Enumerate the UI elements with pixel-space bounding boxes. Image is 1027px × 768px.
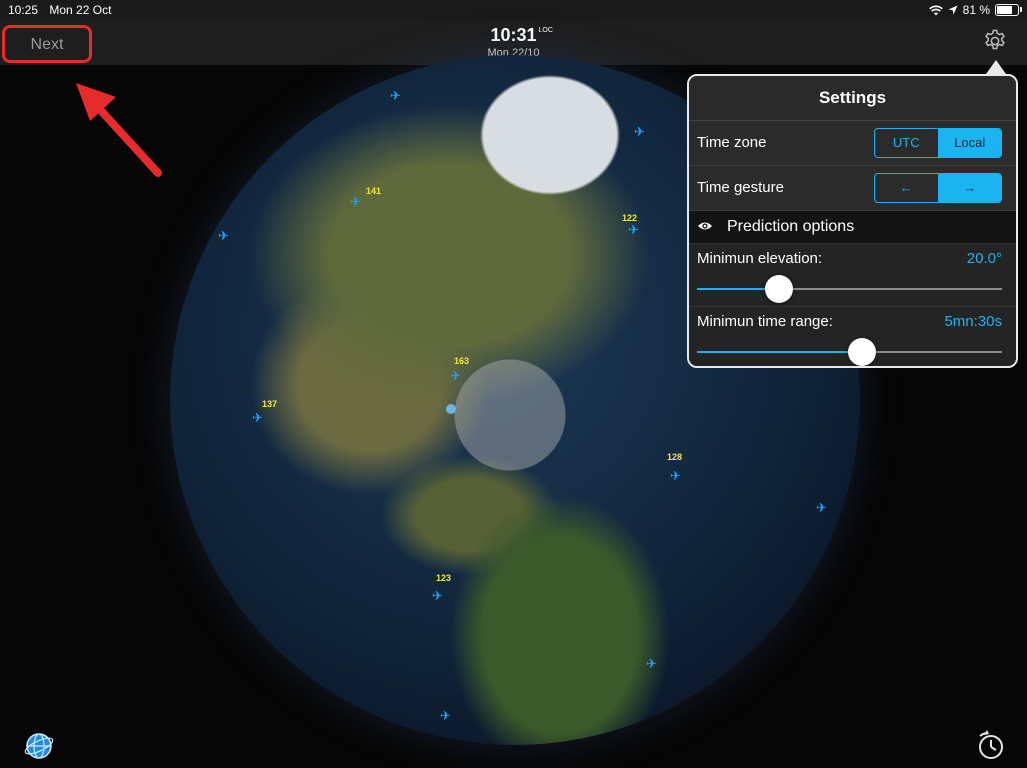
satellite-icon[interactable]: ✈ <box>816 500 827 516</box>
satellite-icon[interactable]: ✈ <box>450 368 461 384</box>
satellite-icon[interactable]: ✈ <box>634 124 645 140</box>
satellite-label: 141 <box>366 186 382 196</box>
status-time: 10:25 <box>8 3 39 17</box>
min-time-range-slider-fill <box>697 351 862 353</box>
status-date: Mon 22 Oct <box>49 3 112 17</box>
battery-fill <box>997 6 1013 14</box>
time-gesture-option-right[interactable]: → <box>937 174 1001 202</box>
prediction-options-label: Prediction options <box>727 218 855 235</box>
satellite-icon[interactable]: ✈ <box>390 88 401 104</box>
min-elevation-slider[interactable] <box>697 275 1002 303</box>
clock-zone: LOC <box>538 27 553 34</box>
eye-icon <box>698 222 712 230</box>
satellite-icon[interactable]: ✈ <box>218 228 229 244</box>
satellite-icon[interactable]: ✈ <box>252 410 263 426</box>
app-screen: 10:25 Mon 22 Oct 81 % Next 10:31 LOC Mon… <box>0 0 1027 768</box>
min-time-range-slider-thumb[interactable] <box>847 338 876 366</box>
gear-icon[interactable] <box>982 28 1008 54</box>
time-gesture-row: Time gesture ← → <box>689 166 1016 211</box>
satellite-icon[interactable]: ✈ <box>440 708 451 724</box>
min-elevation-row: Minimun elevation: 20.0° <box>689 244 1016 307</box>
satellite-icon[interactable]: ✈ <box>628 222 639 238</box>
globe-icon[interactable] <box>23 730 55 762</box>
time-gesture-label: Time gesture <box>697 179 784 196</box>
satellite-icon[interactable]: ✈ <box>350 194 361 210</box>
location-arrow-icon <box>948 5 958 15</box>
ground-station-marker <box>446 404 456 414</box>
min-time-range-row: Minimun time range: 5mn:30s <box>689 307 1016 366</box>
clock-icon[interactable] <box>975 730 1007 762</box>
status-left: 10:25 Mon 22 Oct <box>8 3 111 17</box>
satellite-label: 137 <box>262 399 278 409</box>
status-right: 81 % <box>928 3 1022 17</box>
annotation-arrow-icon <box>76 83 162 177</box>
time-zone-option-local[interactable]: Local <box>937 129 1001 157</box>
min-elevation-slider-thumb[interactable] <box>765 275 794 303</box>
settings-title: Settings <box>689 76 1016 121</box>
time-zone-segmented-control: UTC Local <box>874 128 1002 158</box>
battery-icon <box>995 4 1022 16</box>
min-time-range-label: Minimun time range: <box>697 313 833 330</box>
time-zone-row: Time zone UTC Local <box>689 121 1016 166</box>
min-time-range-slider[interactable] <box>697 338 1002 366</box>
clock-time: 10:31 <box>490 25 537 45</box>
satellite-icon[interactable]: ✈ <box>646 656 657 672</box>
satellite-label: 163 <box>454 356 470 366</box>
time-zone-label: Time zone <box>697 134 767 151</box>
wifi-icon <box>928 5 943 15</box>
battery-percent: 81 % <box>962 3 990 17</box>
time-gesture-option-left[interactable]: ← <box>875 174 938 202</box>
satellite-icon[interactable]: ✈ <box>670 468 681 484</box>
time-zone-option-utc[interactable]: UTC <box>875 129 938 157</box>
satellite-label: 128 <box>667 452 683 462</box>
status-bar: 10:25 Mon 22 Oct 81 % <box>0 0 1027 20</box>
prediction-options-header: Prediction options <box>689 211 1016 244</box>
satellite-label: 123 <box>436 573 452 583</box>
satellite-icon[interactable]: ✈ <box>432 588 443 604</box>
satellite-label: 122 <box>622 213 638 223</box>
min-elevation-value: 20.0° <box>966 250 1002 267</box>
clock-time-wrap: 10:31 LOC <box>490 25 552 46</box>
popover-pointer <box>986 60 1006 74</box>
min-elevation-label: Minimun elevation: <box>697 250 823 267</box>
time-gesture-segmented-control: ← → <box>874 173 1002 203</box>
clock-display: 10:31 LOC Mon 22/10 <box>0 25 1027 59</box>
settings-popover: Settings Time zone UTC Local Time gestur… <box>687 74 1018 368</box>
min-time-range-value: 5mn:30s <box>944 313 1002 330</box>
